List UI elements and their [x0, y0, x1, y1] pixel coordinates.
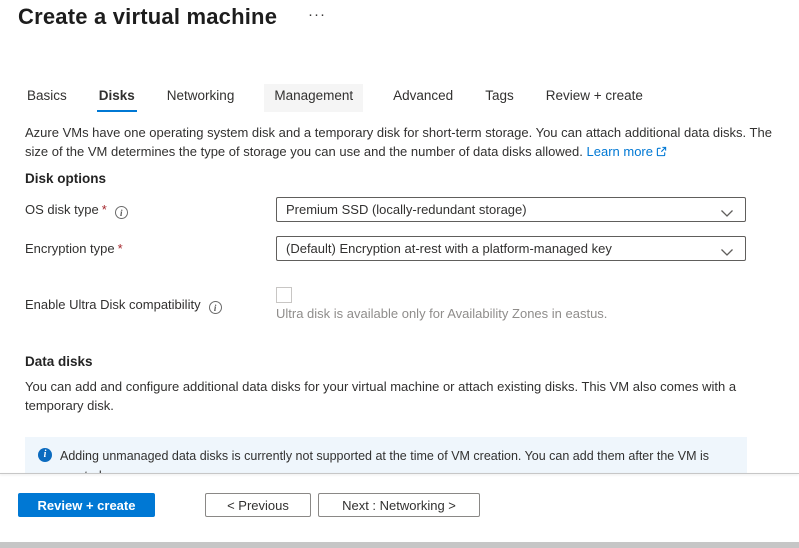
os-disk-type-value: Premium SSD (locally-redundant storage)	[286, 202, 527, 217]
info-icon[interactable]: i	[115, 206, 128, 219]
info-icon[interactable]: i	[209, 301, 222, 314]
previous-button[interactable]: < Previous	[205, 493, 311, 517]
ultra-disk-checkbox[interactable]	[276, 287, 292, 303]
required-mark: *	[102, 202, 107, 217]
page-title: Create a virtual machine	[18, 4, 277, 30]
footer-divider	[0, 473, 799, 474]
encryption-type-value: (Default) Encryption at-rest with a plat…	[286, 241, 612, 256]
tab-advanced[interactable]: Advanced	[391, 84, 455, 112]
data-disks-description: You can add and configure additional dat…	[25, 377, 773, 415]
intro-paragraph: Azure VMs have one operating system disk…	[25, 123, 773, 162]
next-networking-button[interactable]: Next : Networking >	[318, 493, 480, 517]
tab-management[interactable]: Management	[264, 84, 363, 112]
wizard-tabs: Basics Disks Networking Management Advan…	[25, 84, 645, 112]
window-edge-strip	[0, 542, 799, 548]
external-link-icon	[656, 143, 667, 162]
os-disk-type-select[interactable]: Premium SSD (locally-redundant storage)	[276, 197, 746, 222]
info-banner-text: Adding unmanaged data disks is currently…	[60, 446, 736, 473]
chevron-down-icon	[720, 206, 734, 221]
required-mark: *	[118, 241, 123, 256]
tab-basics[interactable]: Basics	[25, 84, 69, 112]
ultra-disk-label: Enable Ultra Disk compatibilityi	[25, 297, 222, 314]
info-banner: i Adding unmanaged data disks is current…	[25, 437, 747, 473]
info-icon: i	[38, 448, 52, 462]
encryption-type-label: Encryption type*	[25, 241, 123, 256]
tab-disks[interactable]: Disks	[97, 84, 137, 112]
ultra-disk-helper-text: Ultra disk is available only for Availab…	[276, 306, 607, 321]
chevron-down-icon	[720, 245, 734, 260]
tab-networking[interactable]: Networking	[165, 84, 237, 112]
disk-options-heading: Disk options	[25, 171, 106, 186]
create-vm-page: Create a virtual machine ··· Basics Disk…	[0, 0, 799, 548]
learn-more-link[interactable]: Learn more	[587, 144, 667, 159]
more-options-button[interactable]: ···	[308, 6, 326, 23]
tab-tags[interactable]: Tags	[483, 84, 516, 112]
data-disks-heading: Data disks	[25, 354, 93, 369]
tab-review-create[interactable]: Review + create	[544, 84, 645, 112]
encryption-type-select[interactable]: (Default) Encryption at-rest with a plat…	[276, 236, 746, 261]
os-disk-type-label: OS disk type*i	[25, 202, 128, 219]
review-create-button[interactable]: Review + create	[18, 493, 155, 517]
